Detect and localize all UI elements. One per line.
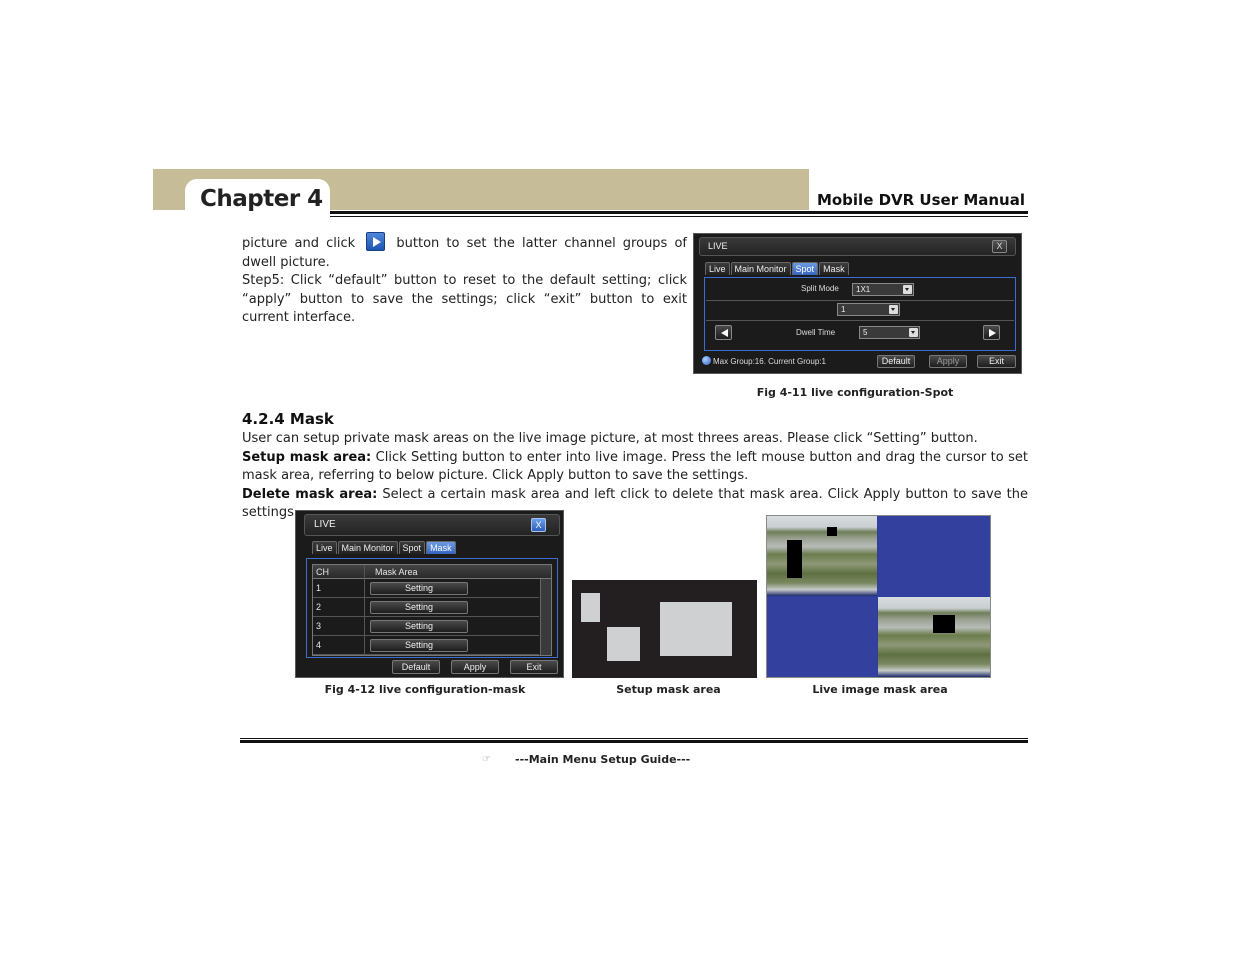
tab-mask[interactable]: Mask bbox=[426, 541, 456, 554]
fig-4-12-caption: Fig 4-12 live configuration-mask bbox=[324, 683, 526, 696]
split-mode-select[interactable]: 1X1 bbox=[852, 283, 914, 296]
live-mask-quad-view bbox=[766, 515, 991, 678]
mask-dialog: LIVE X Live Main Monitor Spot Mask CH Ma… bbox=[295, 510, 564, 678]
setting-button[interactable]: Setting bbox=[370, 601, 468, 614]
channel-number: 4 bbox=[316, 640, 322, 650]
apply-button[interactable]: Apply bbox=[451, 660, 499, 674]
dialog-title: LIVE bbox=[314, 519, 336, 530]
mask-area-rect bbox=[581, 593, 600, 622]
apply-button[interactable]: Apply bbox=[929, 355, 967, 368]
row-divider bbox=[706, 300, 1014, 301]
header-divider bbox=[330, 211, 1028, 214]
info-icon bbox=[702, 356, 711, 365]
tab-bar: Live Main Monitor Spot Mask bbox=[312, 541, 456, 554]
footer-text: ---Main Menu Setup Guide--- bbox=[515, 753, 691, 766]
dialog-titlebar bbox=[699, 237, 1016, 256]
spot-dialog: LIVE X Live Main Monitor Spot Mask Split… bbox=[693, 233, 1022, 374]
channel-number: 3 bbox=[316, 621, 322, 631]
step5-text: Step5: Click “default” button to reset t… bbox=[242, 273, 687, 325]
fig-4-11-caption: Fig 4-11 live configuration-Spot bbox=[756, 386, 954, 399]
channel-number: 1 bbox=[316, 583, 322, 593]
footer-divider-thin bbox=[240, 738, 1028, 739]
setup-mask-caption: Setup mask area bbox=[616, 683, 721, 696]
dialog-titlebar bbox=[304, 514, 560, 536]
dwell-time-value: 5 bbox=[863, 328, 868, 337]
tab-live[interactable]: Live bbox=[705, 262, 730, 275]
table-row: 4 Setting bbox=[313, 637, 539, 655]
mask-table: CH Mask Area 1 Setting 2 Setting 3 Setti… bbox=[312, 564, 552, 656]
split-mode-label: Split Mode bbox=[801, 284, 839, 293]
column-header-mask-area: Mask Area bbox=[375, 567, 418, 577]
mask-blackout bbox=[827, 527, 837, 536]
mask-blackout bbox=[787, 540, 802, 578]
exit-button[interactable]: Exit bbox=[510, 660, 558, 674]
tab-spot[interactable]: Spot bbox=[398, 541, 426, 554]
channel-group-select[interactable]: 1 bbox=[837, 303, 900, 316]
status-text: Max Group:16. Current Group:1 bbox=[713, 357, 826, 366]
close-button[interactable]: X bbox=[531, 518, 546, 532]
setting-button[interactable]: Setting bbox=[370, 582, 468, 595]
tab-main-monitor[interactable]: Main Monitor bbox=[730, 262, 791, 275]
chevron-down-icon bbox=[903, 285, 912, 294]
dwell-time-select[interactable]: 5 bbox=[859, 326, 920, 339]
pointing-hand-icon: ☞ bbox=[482, 754, 491, 765]
setting-button[interactable]: Setting bbox=[370, 620, 468, 633]
exit-button[interactable]: Exit bbox=[977, 355, 1016, 368]
mask-area-rect bbox=[607, 627, 640, 661]
column-header-ch: CH bbox=[316, 567, 329, 577]
dialog-title: LIVE bbox=[708, 241, 728, 251]
row-divider bbox=[706, 320, 1014, 321]
mask-area-rect bbox=[660, 602, 732, 656]
column-divider bbox=[364, 565, 365, 655]
header-divider-thin bbox=[330, 216, 1028, 217]
camera-view bbox=[767, 516, 877, 596]
camera-view-no-video bbox=[767, 597, 877, 677]
channel-number: 2 bbox=[316, 602, 322, 612]
table-scrollbar[interactable] bbox=[540, 579, 551, 655]
mask-intro-text: User can setup private mask areas on the… bbox=[242, 431, 978, 446]
intro-text-before-icon: picture and click bbox=[242, 236, 356, 251]
section-heading: 4.2.4 Mask bbox=[242, 410, 334, 428]
camera-view bbox=[878, 597, 990, 677]
chevron-down-icon bbox=[909, 328, 918, 337]
chevron-down-icon bbox=[889, 305, 898, 314]
live-mask-caption: Live image mask area bbox=[812, 683, 948, 696]
intro-paragraph: picture and click button to set the latt… bbox=[242, 232, 687, 328]
default-button[interactable]: Default bbox=[877, 355, 915, 368]
mask-blackout bbox=[933, 615, 955, 633]
previous-group-button[interactable] bbox=[715, 325, 732, 340]
tab-main-monitor[interactable]: Main Monitor bbox=[337, 541, 398, 554]
next-arrow-icon bbox=[366, 232, 386, 251]
default-button[interactable]: Default bbox=[392, 660, 440, 674]
manual-title: Mobile DVR User Manual bbox=[816, 191, 1025, 209]
table-header: CH Mask Area bbox=[313, 565, 551, 579]
setup-mask-label: Setup mask area: bbox=[242, 449, 372, 465]
tab-bar: Live Main Monitor Spot Mask bbox=[705, 262, 849, 275]
setting-button[interactable]: Setting bbox=[370, 639, 468, 652]
tab-mask[interactable]: Mask bbox=[819, 262, 849, 275]
tab-live[interactable]: Live bbox=[312, 541, 337, 554]
split-mode-value: 1X1 bbox=[856, 285, 871, 294]
close-button[interactable]: X bbox=[992, 240, 1007, 253]
table-row: 1 Setting bbox=[313, 580, 539, 598]
chapter-title: Chapter 4 bbox=[200, 186, 323, 212]
next-group-button[interactable] bbox=[983, 325, 1000, 340]
setup-mask-illustration bbox=[572, 580, 757, 678]
footer-divider bbox=[240, 740, 1028, 743]
section-body: User can setup private mask areas on the… bbox=[242, 430, 1028, 523]
tab-spot[interactable]: Spot bbox=[791, 262, 819, 275]
channel-group-value: 1 bbox=[841, 305, 846, 314]
delete-mask-label: Delete mask area: bbox=[242, 486, 378, 502]
table-row: 3 Setting bbox=[313, 618, 539, 636]
camera-view-no-video bbox=[878, 516, 990, 596]
dwell-time-label: Dwell Time bbox=[796, 328, 836, 337]
table-row: 2 Setting bbox=[313, 599, 539, 617]
